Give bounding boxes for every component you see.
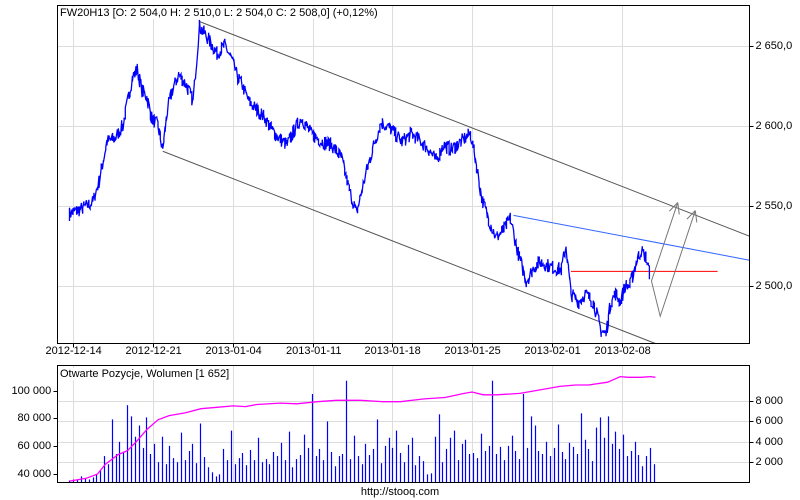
volume-tick-label: 4 000 — [755, 435, 784, 448]
volume-bars — [68, 380, 656, 483]
x-tick-label: 2013-02-01 — [524, 345, 581, 357]
oi-tick-label: 60 000 — [17, 439, 52, 452]
axis-ticks — [53, 46, 754, 475]
oi-tick-label: 40 000 — [17, 467, 52, 480]
oi-tick-label: 100 000 — [11, 384, 52, 397]
chart-canvas — [53, 5, 754, 483]
instrument-title: FW20H13 [O: 2 504,0 H: 2 510,0 L: 2 504,… — [60, 7, 378, 19]
x-tick-label: 2012-12-21 — [125, 345, 182, 357]
y-tick-label: 2 500,0 — [755, 279, 793, 292]
x-tick-label: 2013-01-04 — [205, 345, 262, 357]
volume-tick-label: 2 000 — [755, 455, 784, 468]
upper-channel-line — [199, 21, 750, 237]
x-tick-label: 2013-02-08 — [594, 345, 651, 357]
price-series — [68, 19, 651, 337]
source-link[interactable]: http://stooq.com — [0, 486, 800, 498]
y-tick-label: 2 600,0 — [755, 119, 793, 132]
arrowhead-icon — [694, 210, 698, 223]
price-grid — [57, 5, 750, 344]
forecast-arrows — [650, 202, 698, 319]
volume-tick-label: 6 000 — [755, 414, 784, 427]
x-tick-label: 2012-12-14 — [45, 345, 102, 357]
volume-grid — [57, 365, 750, 483]
x-tick-label: 2013-01-18 — [364, 345, 421, 357]
forecast-arrow — [650, 202, 679, 282]
x-tick-label: 2013-01-25 — [444, 345, 501, 357]
volume-tick-label: 8 000 — [755, 394, 784, 407]
forecast-arrow — [650, 210, 696, 319]
y-tick-label: 2 650,0 — [755, 39, 793, 52]
price-panel-frame — [57, 5, 750, 344]
lower-channel-line — [162, 150, 656, 344]
trend-lines — [162, 21, 750, 344]
x-tick-label: 2013-01-11 — [286, 345, 342, 357]
volume-panel-title: Otwarte Pozycje, Wolumen [1 652] — [60, 368, 230, 380]
oi-tick-label: 80 000 — [17, 411, 52, 424]
y-tick-label: 2 550,0 — [755, 199, 793, 212]
volume-panel-frame — [57, 365, 750, 483]
